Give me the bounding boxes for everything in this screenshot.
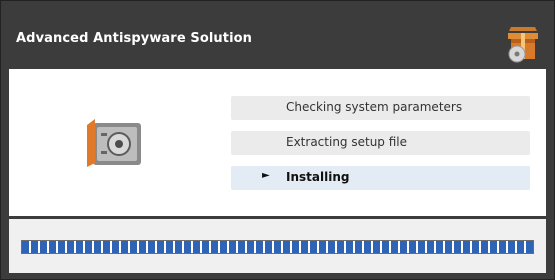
safe-vault-icon <box>87 119 141 167</box>
step-extracting-setup: Extracting setup file <box>231 131 530 155</box>
step-checking-system: Checking system parameters <box>231 96 530 120</box>
progress-fill <box>22 241 533 253</box>
step-label: Checking system parameters <box>286 100 463 114</box>
step-label: Installing <box>286 170 350 184</box>
footer-panel <box>9 219 546 273</box>
current-step-arrow-icon: ► <box>262 170 270 181</box>
step-label: Extracting setup file <box>286 135 408 149</box>
open-box-cd-icon <box>508 27 538 63</box>
window-title: Advanced Antispyware Solution <box>16 31 253 46</box>
content-panel: Checking system parameters Extracting se… <box>9 69 546 216</box>
step-installing: ► Installing <box>231 166 530 190</box>
title-bar: Advanced Antispyware Solution <box>1 1 554 67</box>
installer-window: Advanced Antispyware Solution Checking s… <box>0 0 555 280</box>
install-progress-bar <box>21 240 534 254</box>
